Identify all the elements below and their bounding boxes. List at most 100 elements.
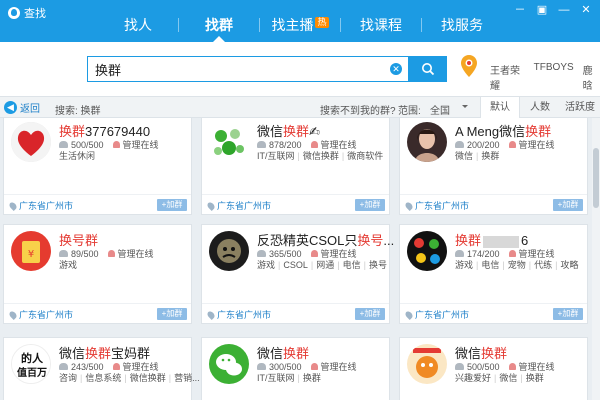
group-avatar: 的人 值百万 [11, 344, 51, 384]
top-nav: 找人 找群 找主播热 找课程 找服务 [0, 14, 600, 42]
group-avatar [209, 122, 249, 162]
join-group-button[interactable]: +加群 [553, 199, 583, 211]
group-avatar [11, 122, 51, 162]
search-box: ✕ [87, 56, 409, 82]
sort-tab-activity[interactable]: 活跃度 [560, 97, 600, 118]
search-input[interactable] [88, 57, 378, 81]
avatar-text: 值百万 [17, 366, 47, 379]
range-label: 范围: [398, 106, 421, 117]
admin-icon [107, 250, 115, 257]
members-icon [59, 363, 68, 370]
group-tags: IT/互联网微信换群微商软件 [257, 149, 383, 162]
group-avatar: ¥ [11, 231, 51, 271]
hot-keyword[interactable]: 鹿晗 [583, 62, 600, 92]
group-card[interactable]: 换群377679440 500/500 管理在线 生活休闲 广东省广州市 +加群 [3, 118, 192, 215]
group-location: 广东省广州市 [8, 308, 73, 321]
group-card[interactable]: 微信换群 300/500管理在线 IT/互联网换群 [201, 337, 390, 400]
join-group-button[interactable]: +加群 [157, 308, 187, 320]
avatar-text: 的人 [21, 351, 44, 365]
group-avatar [407, 231, 447, 271]
search-button[interactable] [409, 56, 447, 82]
members-icon [455, 141, 464, 148]
location-icon [206, 200, 216, 211]
svg-text:¥: ¥ [28, 249, 34, 260]
admin-icon [508, 141, 516, 148]
admin-icon [508, 250, 516, 257]
location-icon [206, 309, 216, 320]
members-icon [455, 363, 464, 370]
tab-find-people[interactable]: 找人 [98, 14, 178, 42]
join-group-button[interactable]: +加群 [553, 308, 583, 320]
members-icon [257, 363, 266, 370]
hot-keywords: 王者荣耀 TFBOYS 鹿晗 [490, 62, 600, 92]
search-area: ✕ 王者荣耀 TFBOYS 鹿晗 [0, 42, 600, 96]
group-card[interactable]: ¥ 换号群 89/500 管理在线 游戏 广东省广州市 +加群 [3, 224, 192, 324]
tab-find-courses[interactable]: 找课程 [341, 14, 421, 42]
filter-bar: ◀ 返回 搜索: 换群 搜索不到我的群? 范围: 全国 默认 人数 活跃度 [0, 96, 600, 118]
back-button[interactable]: ◀ 返回 [4, 100, 40, 115]
group-location: 广东省广州市 [206, 199, 271, 212]
members-icon [257, 141, 266, 148]
back-arrow-icon: ◀ [4, 101, 17, 114]
search-icon [422, 63, 435, 76]
group-card[interactable]: 的人值百万 微信换群宝妈群 243/500管理在线 咨询信息系统微信换群营销..… [3, 337, 200, 400]
title-bar: 查找 － ▣ — ✕ 找人 找群 找主播热 找课程 找服务 [0, 0, 600, 42]
group-tags: 生活休闲 [59, 151, 96, 161]
admin-icon [112, 363, 120, 370]
group-tags: 游戏 [59, 260, 78, 270]
group-tags: IT/互联网换群 [257, 371, 321, 384]
group-card[interactable]: 换群6 174/200管理在线 游戏电信宠物代练攻略 广东省广州市 +加群 [399, 224, 588, 324]
members-icon [59, 250, 68, 257]
hot-keyword[interactable]: 王者荣耀 [490, 62, 525, 92]
group-card[interactable]: 反恐精英CSOL只换号... 365/500管理在线 游戏CSOL网通电信换号 … [201, 224, 394, 324]
hot-badge: 热 [315, 17, 329, 28]
group-card[interactable]: 微信换群✍ 878/200管理在线 IT/互联网微信换群微商软件 广东省广州市 … [201, 118, 390, 215]
blurred-text [483, 235, 520, 248]
vertical-scrollbar[interactable] [592, 118, 600, 400]
group-avatar [209, 231, 249, 271]
tab-find-services[interactable]: 找服务 [422, 14, 502, 42]
join-group-button[interactable]: +加群 [355, 199, 385, 211]
search-summary: 搜索: 换群 [55, 106, 101, 117]
sort-tab-default[interactable]: 默认 [480, 97, 520, 118]
admin-icon [310, 363, 318, 370]
admin-icon [508, 363, 516, 370]
group-location: 广东省广州市 [404, 199, 469, 212]
members-icon [455, 250, 464, 257]
admin-icon [112, 141, 120, 148]
location-pin-icon[interactable] [460, 54, 478, 78]
hot-keyword[interactable]: TFBOYS [534, 62, 574, 92]
results-grid: 换群377679440 500/500 管理在线 生活休闲 广东省广州市 +加群 … [0, 118, 592, 400]
back-label: 返回 [20, 104, 40, 115]
group-tags: 游戏电信宠物代练攻略 [455, 258, 578, 271]
group-avatar [407, 122, 447, 162]
members-icon [257, 250, 266, 257]
admin-icon [310, 141, 318, 148]
group-location: 广东省广州市 [404, 308, 469, 321]
group-card[interactable]: 微信换群 500/500管理在线 兴趣爱好微信换群 [399, 337, 588, 400]
group-avatar [209, 344, 249, 384]
sort-tabs: 默认 人数 活跃度 [480, 97, 600, 118]
members-icon [59, 141, 68, 148]
not-found-link[interactable]: 搜索不到我的群? [320, 102, 396, 117]
group-card[interactable]: A Meng微信换群 200/200管理在线 微信换群 广东省广州市 +加群 [399, 118, 588, 215]
tab-find-streamers[interactable]: 找主播热 [260, 14, 340, 42]
location-icon [8, 200, 18, 211]
range-select[interactable]: 全国 [430, 102, 470, 117]
location-icon [404, 200, 414, 211]
group-tags: 微信换群 [455, 149, 499, 162]
group-tags: 咨询信息系统微信换群营销... [59, 371, 200, 384]
tab-find-groups[interactable]: 找群 [179, 14, 259, 42]
admin-icon [310, 250, 318, 257]
join-group-button[interactable]: +加群 [355, 308, 385, 320]
group-tags: 兴趣爱好微信换群 [455, 371, 544, 384]
group-location: 广东省广州市 [206, 308, 271, 321]
group-avatar [407, 344, 447, 384]
group-tags: 游戏CSOL网通电信换号 [257, 258, 387, 271]
join-group-button[interactable]: +加群 [157, 199, 187, 211]
location-icon [8, 309, 18, 320]
group-location: 广东省广州市 [8, 199, 73, 212]
sort-tab-members[interactable]: 人数 [520, 97, 560, 118]
clear-icon[interactable]: ✕ [390, 63, 402, 75]
scrollbar-thumb[interactable] [593, 148, 599, 208]
